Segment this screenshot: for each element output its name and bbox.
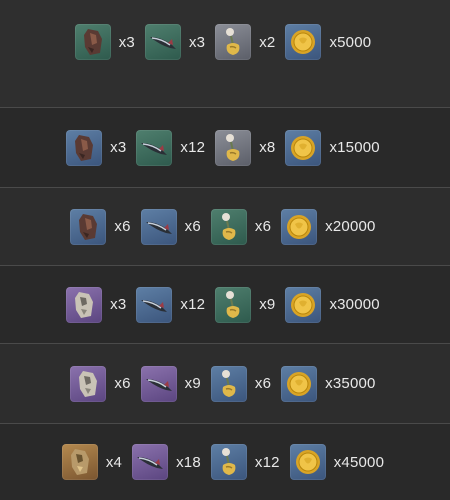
reward-item: x6 [210, 365, 275, 402]
reward-item: x12 [136, 286, 209, 323]
item-quantity: x6 [114, 218, 131, 235]
fish-icon [132, 444, 169, 480]
item-quantity: x35000 [325, 375, 376, 392]
fish-icon [136, 129, 173, 166]
item-quantity: x3 [110, 139, 127, 156]
reward-item: x3 [144, 24, 209, 60]
reward-item: x15000 [285, 129, 383, 166]
reward-item: x12 [136, 129, 209, 166]
reward-items: x4 x18 x12 x45000 [61, 444, 388, 480]
gold-coin-icon [281, 365, 318, 402]
item-quantity: x6 [254, 218, 272, 235]
item-quantity: x3 [118, 33, 135, 51]
item-quantity: x4 [105, 453, 123, 471]
reward-row: x6 x9 x6 x35000 [0, 344, 450, 424]
reward-item: x6 [140, 208, 205, 245]
plant-bud-icon [215, 286, 252, 323]
reward-row: x3 x12 x9 x30000 [0, 266, 450, 344]
reward-item: x30000 [285, 286, 383, 323]
plant-bud-icon [210, 365, 247, 402]
fish-icon [140, 208, 177, 245]
item-quantity: x12 [254, 453, 280, 471]
item-quantity: x6 [184, 218, 201, 235]
reward-item: x12 [210, 444, 284, 480]
item-quantity: x12 [180, 139, 206, 156]
reward-item: x2 [215, 24, 279, 60]
fish-icon [140, 365, 177, 402]
reward-item: x35000 [281, 365, 379, 402]
plant-bud-icon [215, 24, 252, 60]
item-quantity: x6 [114, 375, 131, 392]
reward-list: x3 x3 x2 x5000 x3 x12 x8 x15000 x6 x6 x6 x20000 x3 x1… [0, 0, 450, 500]
item-quantity: x3 [188, 33, 206, 51]
reward-item: x45000 [289, 444, 388, 480]
reward-item: x6 [70, 365, 134, 402]
reward-item: x3 [66, 129, 130, 166]
plant-bud-icon [210, 444, 247, 480]
reward-items: x3 x12 x8 x15000 [66, 129, 384, 166]
item-quantity: x45000 [333, 453, 385, 471]
reward-item: x9 [140, 365, 205, 402]
reward-row: x6 x6 x6 x20000 [0, 188, 450, 266]
reward-row: x3 x12 x8 x15000 [0, 108, 450, 188]
item-quantity: x6 [254, 375, 272, 392]
gold-coin-icon [285, 24, 322, 60]
reward-item: x3 [74, 24, 139, 60]
crystal-ore-icon [66, 286, 103, 323]
ore-chunk-icon [70, 208, 107, 245]
ore-chunk-icon [66, 129, 103, 166]
item-quantity: x9 [184, 375, 201, 392]
item-quantity: x3 [110, 296, 127, 313]
fish-icon [136, 286, 173, 323]
item-quantity: x20000 [325, 218, 376, 235]
item-quantity: x18 [176, 453, 201, 471]
item-quantity: x9 [259, 296, 276, 313]
item-quantity: x30000 [329, 296, 380, 313]
gold-coin-icon [281, 208, 318, 245]
reward-item: x6 [210, 208, 275, 245]
gold-coin-icon [289, 444, 326, 480]
reward-item: x5000 [285, 24, 375, 60]
gold-ore-icon [61, 444, 98, 480]
gold-coin-icon [285, 129, 322, 166]
reward-items: x6 x9 x6 x35000 [70, 365, 379, 402]
reward-row: x3 x3 x2 x5000 [0, 0, 450, 108]
crystal-ore-icon [70, 365, 107, 402]
item-quantity: x2 [259, 33, 276, 51]
plant-bud-icon [215, 129, 252, 166]
plant-bud-icon [210, 208, 247, 245]
reward-items: x6 x6 x6 x20000 [70, 208, 379, 245]
reward-row: x4 x18 x12 x45000 [0, 424, 450, 500]
fish-icon [144, 24, 181, 60]
reward-item: x8 [215, 129, 279, 166]
gold-coin-icon [285, 286, 322, 323]
item-quantity: x8 [259, 139, 276, 156]
reward-item: x3 [66, 286, 130, 323]
ore-chunk-icon [74, 24, 111, 60]
reward-item: x18 [132, 444, 205, 480]
reward-items: x3 x3 x2 x5000 [74, 24, 376, 60]
reward-item: x20000 [281, 208, 379, 245]
reward-items: x3 x12 x9 x30000 [66, 286, 384, 323]
item-quantity: x5000 [329, 33, 372, 51]
reward-item: x4 [61, 444, 126, 480]
reward-item: x6 [70, 208, 134, 245]
item-quantity: x15000 [329, 139, 380, 156]
item-quantity: x12 [180, 296, 206, 313]
reward-item: x9 [215, 286, 279, 323]
